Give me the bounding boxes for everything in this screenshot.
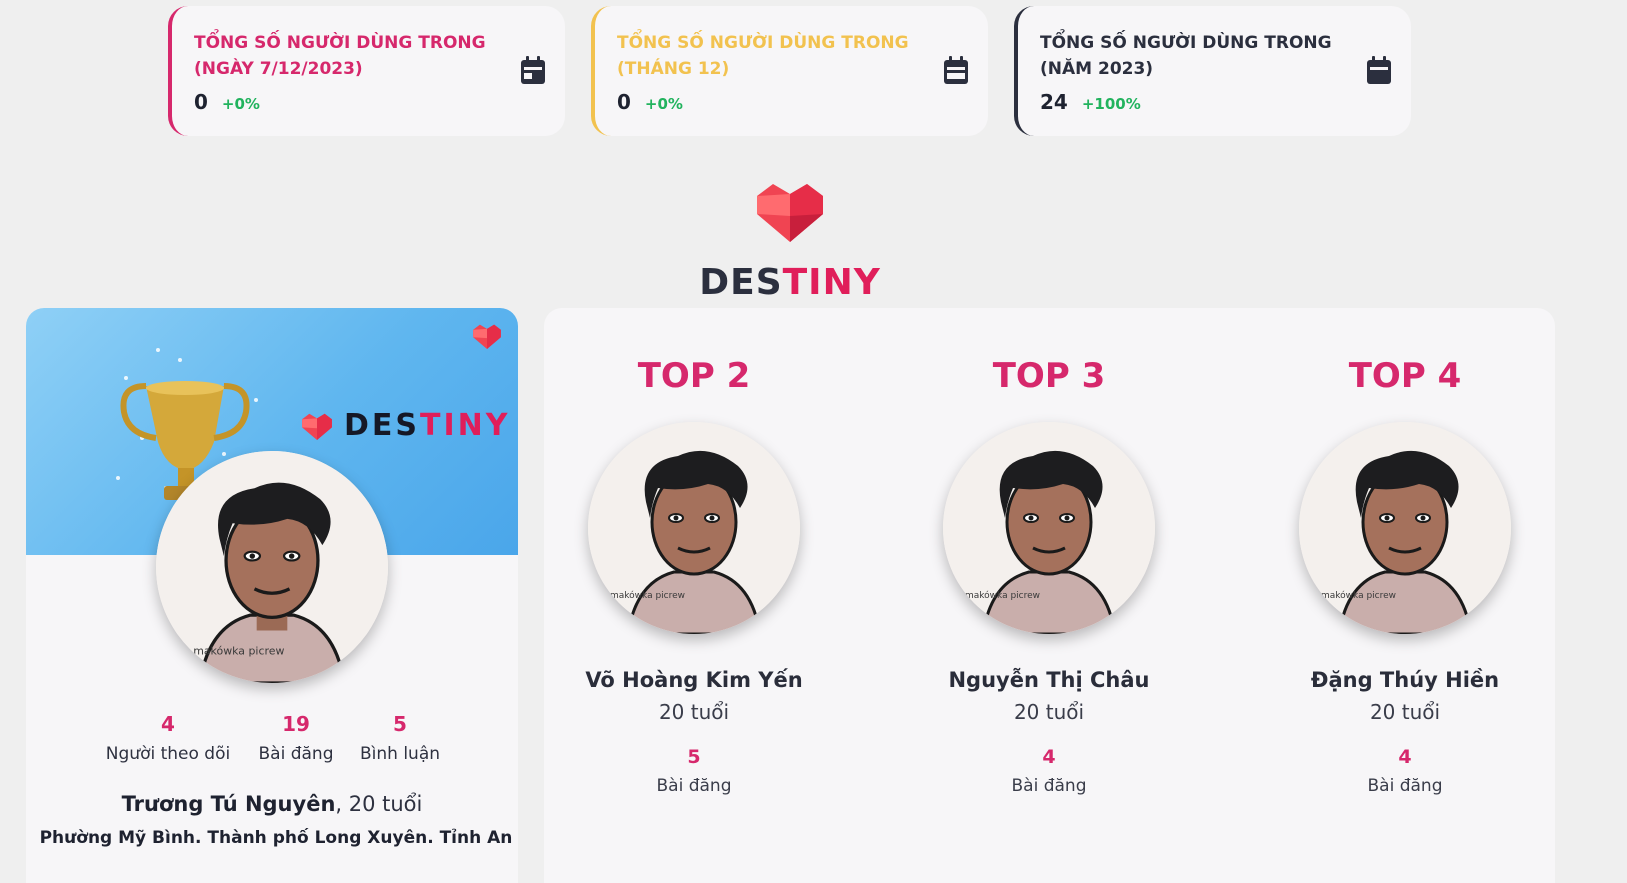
stat-value: 24 bbox=[1040, 90, 1068, 114]
avatar: makówka picrew bbox=[1299, 422, 1511, 634]
rank-name: Đặng Thúy Hiền bbox=[1310, 668, 1500, 692]
avatar-watermark: makówka picrew bbox=[965, 590, 1040, 601]
avatar-illustration: makówka picrew bbox=[1299, 422, 1511, 634]
stat-change: +0% bbox=[644, 95, 683, 113]
avatar-watermark: makówka picrew bbox=[610, 590, 685, 601]
avatar: makówka picrew bbox=[588, 422, 800, 634]
avatar-illustration: makówka picrew bbox=[156, 451, 388, 683]
stat-card-month: TỔNG SỐ NGƯỜI DÙNG TRONG (THÁNG 12) 0 +0… bbox=[591, 6, 988, 136]
followers-stat: 4 Người theo dõi bbox=[105, 712, 231, 764]
avatar-illustration: makówka picrew bbox=[943, 422, 1155, 634]
avatar-watermark: makówka picrew bbox=[1321, 590, 1396, 601]
top1-address: Phường Mỹ Bình. Thành phố Long Xuyên. Tỉ… bbox=[39, 828, 513, 848]
rank-item-top3: TOP 3 makówka picrew Nguyễn Thị Châu 20 … bbox=[899, 308, 1199, 796]
followers-label: Người theo dõi bbox=[105, 744, 231, 764]
rank-age: 20 tuổi bbox=[1013, 700, 1085, 724]
comments-label: Bình luận bbox=[359, 744, 441, 764]
posts-stat: 19 Bài đăng bbox=[246, 712, 346, 764]
avatar: makówka picrew bbox=[943, 422, 1155, 634]
stat-change: +100% bbox=[1081, 95, 1141, 113]
comments-count: 5 bbox=[393, 712, 407, 736]
top1-name-line: Trương Tú Nguyên, 20 tuổi bbox=[26, 792, 518, 816]
rank-posts-label: Bài đăng bbox=[656, 776, 732, 796]
posts-label: Bài đăng bbox=[258, 744, 334, 764]
calendar-icon bbox=[944, 56, 968, 84]
rank-posts-label: Bài đăng bbox=[1011, 776, 1087, 796]
avatar: makówka picrew bbox=[156, 451, 388, 683]
stat-value: 0 bbox=[617, 90, 631, 114]
rank-posts-count: 4 bbox=[1042, 746, 1056, 768]
rank-age: 20 tuổi bbox=[658, 700, 730, 724]
calendar-icon bbox=[521, 56, 545, 84]
heart-badge-icon bbox=[473, 324, 501, 349]
avatar-illustration: makówka picrew bbox=[588, 422, 800, 634]
top1-age: , 20 tuổi bbox=[335, 792, 423, 816]
brand-name-part2: TINY bbox=[782, 262, 881, 303]
rank-posts-label: Bài đăng bbox=[1367, 776, 1443, 796]
rank-name: Nguyễn Thị Châu bbox=[948, 668, 1150, 692]
banner-heart-icon bbox=[302, 413, 332, 440]
stat-title: TỔNG SỐ NGƯỜI DÙNG TRONG (THÁNG 12) bbox=[617, 33, 909, 79]
top1-profile-card: DESTINY makówka picrew 4 Người theo dõi … bbox=[26, 308, 518, 883]
comments-stat: 5 Bình luận bbox=[350, 712, 450, 764]
stat-card-day: TỔNG SỐ NGƯỜI DÙNG TRONG (NGÀY 7/12/2023… bbox=[168, 6, 565, 136]
rank-posts-count: 4 bbox=[1398, 746, 1412, 768]
stat-value: 0 bbox=[194, 90, 208, 114]
calendar-icon bbox=[1367, 56, 1391, 84]
stat-change: +0% bbox=[221, 95, 260, 113]
brand-name-part1: DES bbox=[699, 262, 783, 303]
rank-posts-count: 5 bbox=[687, 746, 701, 768]
rank-age: 20 tuổi bbox=[1369, 700, 1441, 724]
top1-name: Trương Tú Nguyên bbox=[121, 792, 336, 816]
banner-brand-part1: DES bbox=[344, 408, 421, 443]
banner-logo: DESTINY bbox=[302, 408, 510, 443]
rank-label: TOP 3 bbox=[992, 356, 1106, 396]
rank-name: Võ Hoàng Kim Yến bbox=[585, 668, 803, 692]
followers-count: 4 bbox=[161, 712, 175, 736]
posts-count: 19 bbox=[282, 712, 310, 736]
stat-title: TỔNG SỐ NGƯỜI DÙNG TRONG (NGÀY 7/12/2023… bbox=[194, 33, 486, 79]
rank-item-top2: TOP 2 makówka picrew Võ Hoàng Kim Yến 20… bbox=[544, 308, 844, 796]
stat-title: TỔNG SỐ NGƯỜI DÙNG TRONG (NĂM 2023) bbox=[1040, 33, 1332, 79]
avatar-watermark: makówka picrew bbox=[193, 645, 284, 658]
rank-item-top4: TOP 4 makówka picrew Đặng Thúy Hiền 20 t… bbox=[1255, 308, 1555, 796]
brand-name: DESTINY bbox=[640, 262, 940, 303]
rank-label: TOP 2 bbox=[637, 356, 751, 396]
ranking-card: TOP 2 makówka picrew Võ Hoàng Kim Yến 20… bbox=[544, 308, 1555, 883]
stat-card-year: TỔNG SỐ NGƯỜI DÙNG TRONG (NĂM 2023) 24 +… bbox=[1014, 6, 1411, 136]
brand-heart-logo bbox=[757, 184, 823, 242]
banner-brand-part2: TINY bbox=[420, 408, 511, 443]
rank-label: TOP 4 bbox=[1348, 356, 1462, 396]
